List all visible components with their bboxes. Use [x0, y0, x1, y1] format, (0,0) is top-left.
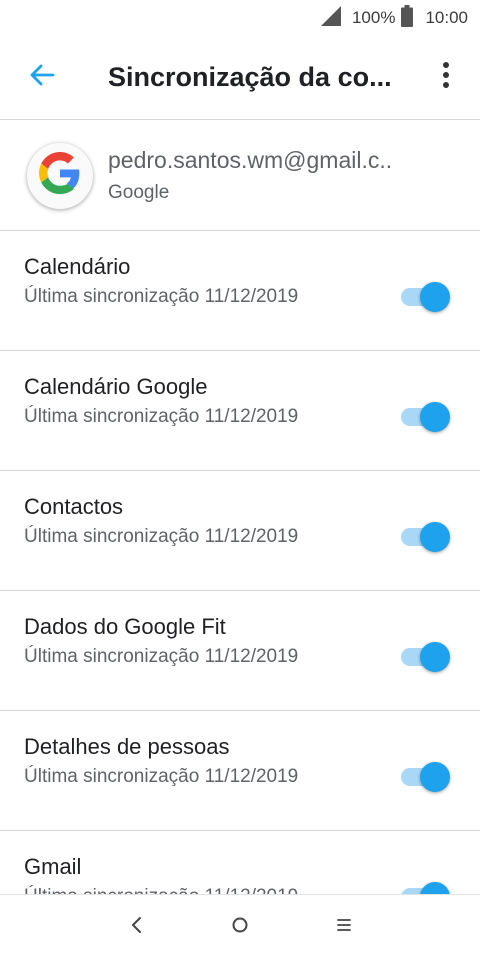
sync-item-calendario-google[interactable]: Calendário Google Última sincronização 1…: [0, 351, 480, 471]
back-button[interactable]: [0, 36, 84, 120]
sync-list: Calendário Última sincronização 11/12/20…: [0, 231, 480, 894]
sync-item-subtitle: Última sincronização 11/12/2019: [24, 646, 299, 667]
sync-toggle[interactable]: [399, 641, 451, 672]
sync-item-detalhes-pessoas[interactable]: Detalhes de pessoas Última sincronização…: [0, 711, 480, 831]
signal-icon: [320, 5, 342, 32]
sync-item-title: Calendário Google: [24, 374, 208, 399]
battery-percentage: 100%: [351, 8, 396, 27]
sync-item-title: Calendário: [24, 254, 131, 279]
google-logo-icon: [39, 152, 81, 199]
clock: 10:00: [425, 8, 468, 27]
account-header: pedro.santos.wm@gmail.c.. Google: [0, 121, 480, 231]
navigation-bar: [0, 894, 480, 960]
nav-recents-button[interactable]: [304, 895, 384, 961]
more-vert-icon: [442, 61, 450, 94]
sync-item-title: Contactos: [24, 494, 124, 519]
app-bar: Sincronização da co...: [0, 36, 480, 120]
account-avatar: [27, 142, 93, 209]
sync-item-calendario[interactable]: Calendário Última sincronização 11/12/20…: [0, 231, 480, 351]
sync-item-subtitle: Última sincronização 11/12/2019: [24, 286, 299, 307]
sync-item-title: Gmail: [24, 854, 82, 879]
sync-item-title: Dados do Google Fit: [24, 614, 226, 639]
sync-item-subtitle: Última sincronização 11/12/2019: [24, 766, 299, 787]
nav-home-icon: [231, 916, 249, 939]
account-type: Google: [108, 182, 170, 203]
sync-toggle[interactable]: [399, 761, 451, 792]
account-email: pedro.santos.wm@gmail.c..: [108, 147, 393, 173]
battery-icon: [401, 4, 414, 32]
more-options-button[interactable]: [422, 36, 470, 120]
page-title: Sincronização da co...: [108, 62, 392, 92]
sync-item-subtitle: Última sincronização 11/12/2019: [24, 406, 299, 427]
sync-toggle[interactable]: [399, 401, 451, 432]
sync-item-contactos[interactable]: Contactos Última sincronização 11/12/201…: [0, 471, 480, 591]
nav-back-icon: [130, 916, 142, 939]
status-bar: 100% 10:00: [0, 0, 480, 36]
sync-toggle[interactable]: [399, 521, 451, 552]
nav-home-button[interactable]: [200, 895, 280, 961]
sync-item-subtitle: Última sincronização 11/12/2019: [24, 886, 298, 894]
nav-back-button[interactable]: [96, 895, 176, 961]
sync-item-subtitle: Última sincronização 11/12/2019: [24, 526, 299, 547]
sync-item-gmail[interactable]: Gmail Última sincronização 11/12/2019: [0, 831, 480, 894]
nav-recents-icon: [336, 917, 352, 938]
sync-toggle[interactable]: [399, 281, 451, 312]
sync-item-google-fit[interactable]: Dados do Google Fit Última sincronização…: [0, 591, 480, 711]
sync-item-title: Detalhes de pessoas: [24, 734, 230, 759]
sync-toggle[interactable]: [399, 881, 451, 894]
arrow-back-icon: [29, 62, 55, 93]
